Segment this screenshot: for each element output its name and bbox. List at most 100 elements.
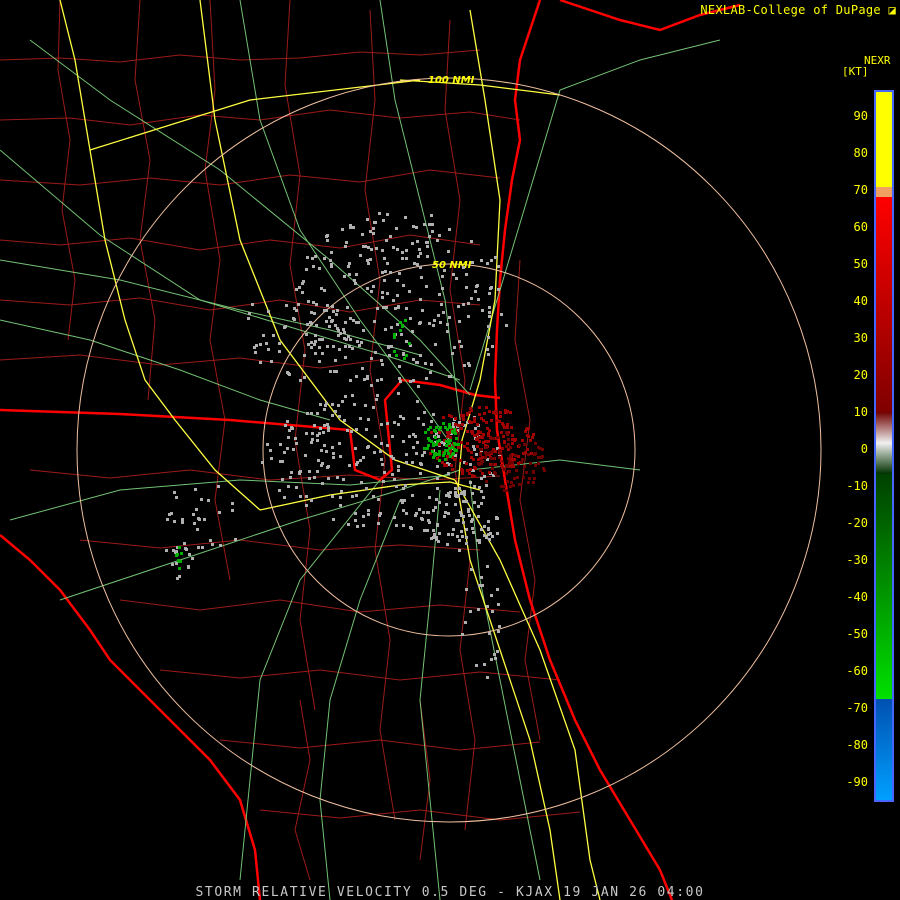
echo-pixel	[443, 515, 446, 518]
echo-pixel	[327, 429, 330, 432]
echo-pixel	[329, 370, 332, 373]
echo-pixel	[332, 345, 335, 348]
echo-pixel	[181, 518, 184, 521]
echo-pixel	[489, 287, 492, 290]
echo-pixel	[513, 458, 516, 461]
echo-pixel	[313, 312, 316, 315]
echo-pixel	[360, 481, 363, 484]
echo-pixel	[279, 443, 282, 446]
echo-pixel	[344, 395, 347, 398]
echo-pixel	[295, 288, 298, 291]
echo-pixel	[419, 472, 422, 475]
echo-pixel	[292, 448, 295, 451]
echo-pixel	[405, 354, 408, 357]
echo-pixel	[427, 428, 430, 431]
echo-pixel	[365, 487, 368, 490]
echo-pixel	[432, 413, 435, 416]
echo-pixel	[416, 441, 419, 444]
echo-pixel	[339, 496, 342, 499]
echo-pixel	[310, 441, 313, 444]
echo-pixel	[287, 436, 290, 439]
echo-pixel	[285, 304, 288, 307]
echo-pixel	[386, 444, 389, 447]
echo-pixel	[365, 428, 368, 431]
echo-pixel	[267, 310, 270, 313]
echo-pixel	[261, 461, 264, 464]
echo-pixel	[436, 465, 439, 468]
echo-pixel	[459, 459, 462, 462]
echo-pixel	[325, 235, 328, 238]
echo-pixel	[337, 404, 340, 407]
echo-pixel	[255, 344, 258, 347]
echo-pixel	[175, 550, 178, 553]
echo-pixel	[434, 343, 437, 346]
echo-pixel	[430, 420, 433, 423]
echo-pixel	[311, 257, 314, 260]
echo-pixel	[514, 454, 517, 457]
echo-pixel	[425, 285, 428, 288]
echo-pixel	[446, 330, 449, 333]
colorbar-tick: 30	[853, 331, 868, 345]
echo-pixel	[479, 431, 482, 434]
echo-pixel	[434, 506, 437, 509]
echo-pixel	[304, 454, 307, 457]
colorbar-tick: -90	[846, 775, 868, 789]
legend-unit: [KT]	[842, 65, 869, 78]
echo-pixel	[187, 566, 190, 569]
echo-pixel	[326, 304, 329, 307]
echo-pixel	[313, 476, 316, 479]
echo-pixel	[480, 576, 483, 579]
echo-pixel	[496, 588, 499, 591]
echo-pixel	[355, 375, 358, 378]
echo-pixel	[479, 448, 482, 451]
echo-pixel	[527, 453, 530, 456]
echo-pixel	[470, 520, 473, 523]
echo-pixel	[307, 300, 310, 303]
echo-pixel	[455, 443, 458, 446]
echo-pixel	[211, 543, 214, 546]
echo-pixel	[483, 663, 486, 666]
echo-pixel	[336, 309, 339, 312]
echo-pixel	[447, 250, 450, 253]
echo-pixel	[496, 532, 499, 535]
echo-pixel	[494, 256, 497, 259]
echo-pixel	[455, 277, 458, 280]
echo-pixel	[458, 549, 461, 552]
echo-pixel	[439, 426, 442, 429]
echo-pixel	[336, 476, 339, 479]
echo-pixel	[428, 322, 431, 325]
echo-pixel	[303, 376, 306, 379]
echo-pixel	[436, 487, 439, 490]
echo-pixel	[486, 348, 489, 351]
echo-pixel	[529, 462, 532, 465]
echo-pixel	[314, 255, 317, 258]
echo-pixel	[434, 430, 437, 433]
echo-pixel	[332, 310, 335, 313]
echo-pixel	[355, 494, 358, 497]
echo-pixel	[485, 406, 488, 409]
echo-pixel	[408, 435, 411, 438]
echo-pixel	[387, 345, 390, 348]
echo-pixel	[193, 522, 196, 525]
echo-pixel	[457, 305, 460, 308]
echo-pixel	[457, 519, 460, 522]
echo-pixel	[386, 262, 389, 265]
echo-pixel	[372, 406, 375, 409]
echo-pixel	[500, 431, 503, 434]
echo-pixel	[489, 532, 492, 535]
echo-pixel	[266, 443, 269, 446]
echo-pixel	[200, 498, 203, 501]
echo-pixel	[383, 471, 386, 474]
echo-pixel	[332, 518, 335, 521]
echo-pixel	[351, 495, 354, 498]
echo-pixel	[392, 299, 395, 302]
echo-pixel	[367, 262, 370, 265]
echo-pixel	[336, 327, 339, 330]
echo-pixel	[330, 320, 333, 323]
echo-pixel	[499, 411, 502, 414]
echo-pixel	[404, 484, 407, 487]
echo-pixel	[366, 446, 369, 449]
echo-pixel	[347, 523, 350, 526]
echo-pixel	[472, 445, 475, 448]
echo-pixel	[330, 251, 333, 254]
